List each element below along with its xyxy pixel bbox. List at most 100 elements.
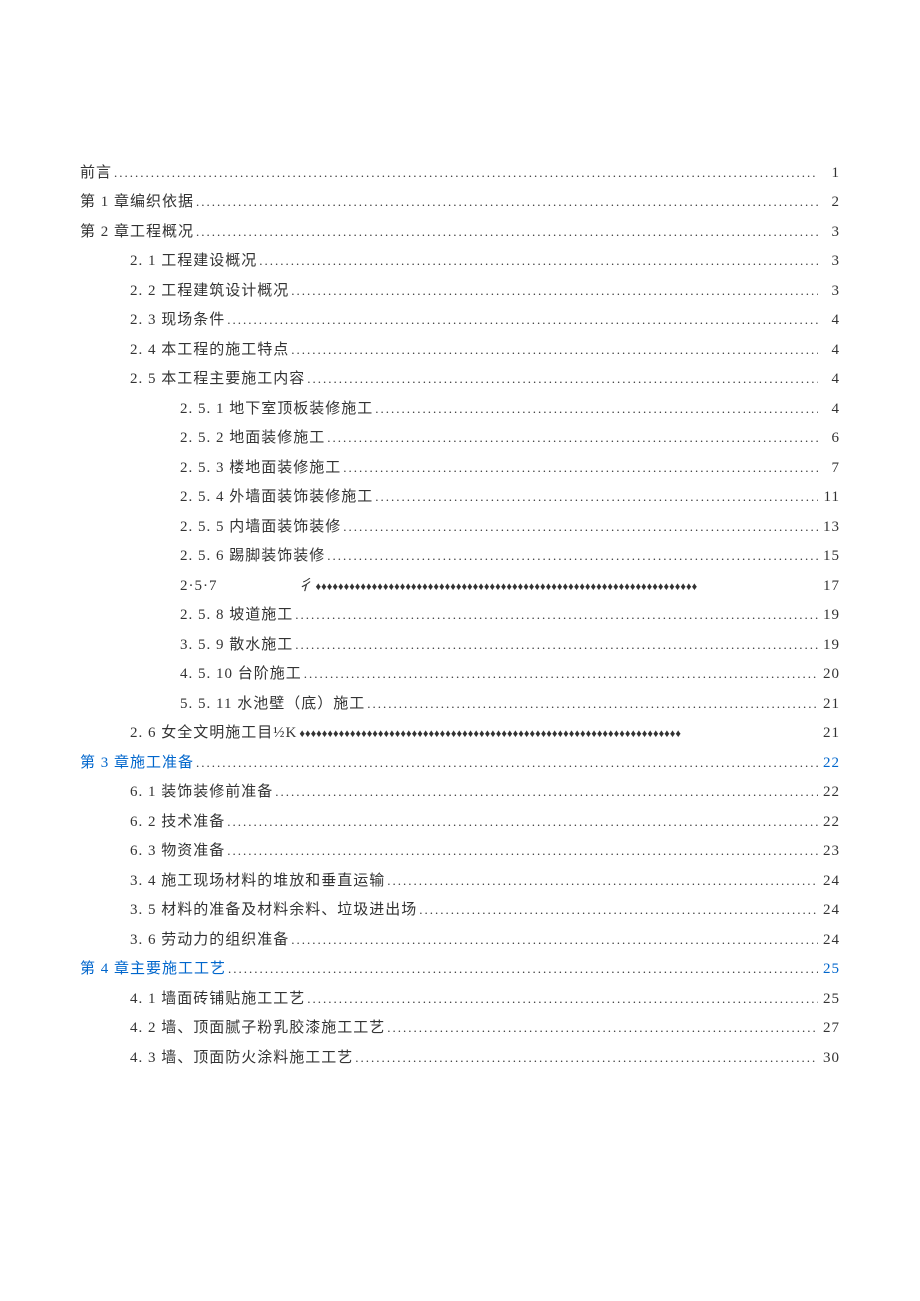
toc-leader — [325, 428, 818, 449]
toc-entry[interactable]: 第 3 章施工准备 22 — [80, 751, 840, 775]
toc-page-number: 22 — [818, 751, 840, 775]
toc-entry[interactable]: 第 4 章主要施工工艺 25 — [80, 957, 840, 981]
toc-page-number: 24 — [818, 898, 840, 922]
toc-label: 4. 3 墙、顶面防火涂料施工工艺 — [130, 1046, 353, 1070]
toc-page-number: 4 — [818, 397, 840, 421]
toc-page-number: 19 — [818, 603, 840, 627]
toc-leader — [273, 782, 818, 803]
toc-page-number: 4 — [818, 308, 840, 332]
toc-page-number: 21 — [818, 721, 840, 745]
toc-leader — [341, 458, 818, 479]
toc-label: 2. 6 女全文明施工目½K — [130, 721, 297, 745]
toc-page-number: 25 — [818, 987, 840, 1011]
toc-page-number: 22 — [818, 810, 840, 834]
toc-page-number: 22 — [818, 780, 840, 804]
toc-entry: 4. 5. 10 台阶施工 20 — [80, 662, 840, 686]
toc-label: 2. 4 本工程的施工特点 — [130, 338, 289, 362]
toc-page-number: 24 — [818, 928, 840, 952]
toc-entry: 前言1 — [80, 161, 840, 185]
toc-label: 3. 5 材料的准备及材料余料、垃圾进出场 — [130, 898, 417, 922]
toc-leader — [293, 635, 818, 656]
toc-page-number: 4 — [818, 367, 840, 391]
toc-leader — [305, 369, 818, 390]
toc-label: 3. 5. 9 散水施工 — [180, 633, 293, 657]
toc-label: 2. 3 现场条件 — [130, 308, 225, 332]
toc-page-number: 24 — [818, 869, 840, 893]
toc-entry: 6. 3 物资准备 23 — [80, 839, 840, 863]
toc-label: 2. 5. 6 踢脚装饰装修 — [180, 544, 325, 568]
toc-label: 2. 2 工程建筑设计概况 — [130, 279, 289, 303]
toc-page-number: 13 — [818, 515, 840, 539]
toc-leader — [373, 487, 818, 508]
toc-leader — [305, 989, 818, 1010]
toc-label: 2. 5. 2 地面装修施工 — [180, 426, 325, 450]
toc-label: 5. 5. 11 水池壁（底）施工 — [180, 692, 365, 716]
toc-label: 2. 5. 3 楼地面装修施工 — [180, 456, 341, 480]
toc-label: 2·5·7彳 — [180, 574, 314, 598]
toc-label: 2. 5 本工程主要施工内容 — [130, 367, 305, 391]
toc-label: 4. 5. 10 台阶施工 — [180, 662, 302, 686]
toc-entry: 第 2 章工程概况3 — [80, 220, 840, 244]
toc-label: 前言 — [80, 161, 112, 185]
toc-entry: 6. 1 装饰装修前准备22 — [80, 780, 840, 804]
toc-label: 4. 1 墙面砖铺贴施工工艺 — [130, 987, 305, 1011]
toc-page-number: 21 — [818, 692, 840, 716]
toc-leader — [353, 1048, 818, 1069]
toc-entry: 2. 4 本工程的施工特点 4 — [80, 338, 840, 362]
toc-page-number: 17 — [818, 574, 840, 598]
toc-leader — [297, 723, 818, 744]
toc-label: 3. 6 劳动力的组织准备 — [130, 928, 289, 952]
toc-page-number: 4 — [818, 338, 840, 362]
toc-entry: 2. 5 本工程主要施工内容 4 — [80, 367, 840, 391]
toc-label: 2. 1 工程建设概况 — [130, 249, 257, 273]
toc-leader — [289, 340, 818, 361]
toc-page-number: 2 — [818, 190, 840, 214]
toc-entry: 2. 2 工程建筑设计概况 3 — [80, 279, 840, 303]
toc-entry: 2·5·7彳 17 — [80, 574, 840, 598]
toc-label: 第 4 章主要施工工艺 — [80, 957, 226, 981]
toc-leader — [225, 310, 818, 331]
toc-label: 3. 4 施工现场材料的堆放和垂直运输 — [130, 869, 385, 893]
toc-entry: 3. 5 材料的准备及材料余料、垃圾进出场 24 — [80, 898, 840, 922]
toc-page-number: 19 — [818, 633, 840, 657]
toc-entry: 2. 1 工程建设概况3 — [80, 249, 840, 273]
toc-leader — [373, 399, 818, 420]
toc-leader — [194, 753, 818, 774]
toc-entry: 2. 5. 6 踢脚装饰装修 15 — [80, 544, 840, 568]
toc-entry: 2. 5. 3 楼地面装修施工 7 — [80, 456, 840, 480]
toc-leader — [341, 517, 818, 538]
toc-entry: 4. 1 墙面砖铺贴施工工艺 25 — [80, 987, 840, 1011]
toc-leader — [257, 251, 818, 272]
toc-leader — [385, 1018, 818, 1039]
toc-leader — [194, 192, 818, 213]
toc-label: 第 2 章工程概况 — [80, 220, 194, 244]
toc-entry: 2. 5. 8 坡道施工 19 — [80, 603, 840, 627]
toc-leader — [194, 222, 818, 243]
toc-page-number: 30 — [818, 1046, 840, 1070]
toc-entry: 2. 5. 1 地下室顶板装修施工 4 — [80, 397, 840, 421]
toc-leader — [302, 664, 818, 685]
toc-label: 2. 5. 1 地下室顶板装修施工 — [180, 397, 373, 421]
toc-page-number: 20 — [818, 662, 840, 686]
toc-page-number: 3 — [818, 279, 840, 303]
toc-entry: 2. 3 现场条件 4 — [80, 308, 840, 332]
toc-page-number: 27 — [818, 1016, 840, 1040]
toc-leader — [289, 281, 818, 302]
toc-page-number: 7 — [818, 456, 840, 480]
toc-leader — [225, 812, 818, 833]
toc-entry: 6. 2 技术准备22 — [80, 810, 840, 834]
toc-leader — [225, 841, 818, 862]
toc-leader — [314, 576, 818, 597]
toc-page-number: 11 — [818, 485, 840, 509]
toc-entry: 5. 5. 11 水池壁（底）施工 21 — [80, 692, 840, 716]
toc-label: 6. 3 物资准备 — [130, 839, 225, 863]
toc-leader — [325, 546, 818, 567]
toc-page-number: 25 — [818, 957, 840, 981]
toc-label: 2. 5. 8 坡道施工 — [180, 603, 293, 627]
toc-entry: 2. 5. 4 外墙面装饰装修施工 11 — [80, 485, 840, 509]
toc-entry: 2. 5. 5 内墙面装饰装修 13 — [80, 515, 840, 539]
toc-leader — [226, 959, 818, 980]
toc-page-number: 23 — [818, 839, 840, 863]
toc-entry: 4. 2 墙、顶面腻子粉乳胶漆施工工艺27 — [80, 1016, 840, 1040]
toc-entry: 4. 3 墙、顶面防火涂料施工工艺 30 — [80, 1046, 840, 1070]
